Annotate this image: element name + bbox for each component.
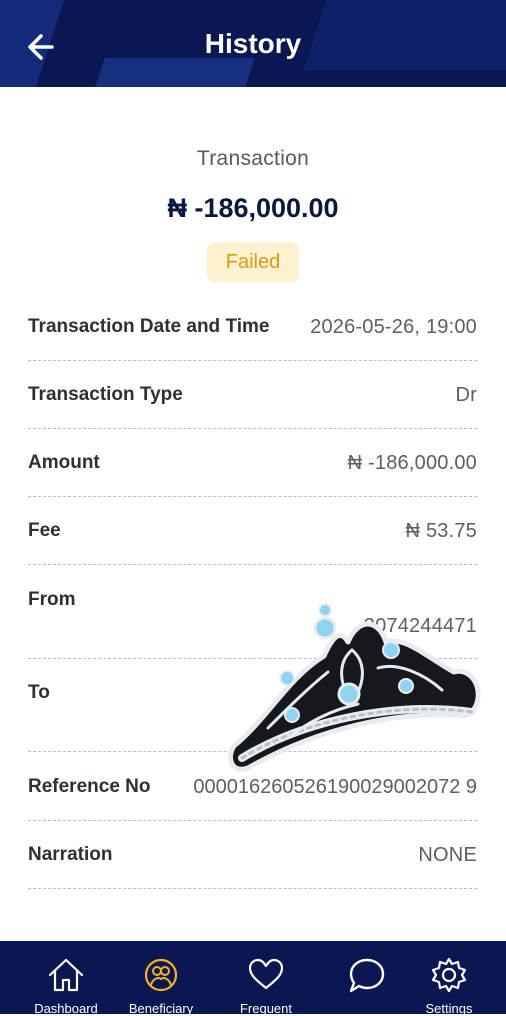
detail-label: Fee xyxy=(28,520,61,541)
detail-label: Narration xyxy=(28,844,113,865)
chat-icon xyxy=(349,958,385,993)
detail-row-fee: Fee ₦ 53.75 xyxy=(28,512,477,565)
detail-row-narration: Narration NONE xyxy=(28,835,477,889)
page-title: History xyxy=(204,28,302,59)
detail-value: 2026-05-26, 19:00 xyxy=(310,316,477,338)
detail-label: Amount xyxy=(28,452,100,473)
status-badge: Failed xyxy=(207,242,299,282)
nav-item-settings[interactable]: Settings xyxy=(399,941,499,1016)
header-decoration xyxy=(95,58,255,87)
beneficiary-icon xyxy=(144,958,178,992)
bottom-nav: Dashboard Beneficiary Frequent Settings xyxy=(0,941,506,1016)
nav-item-frequent[interactable]: Frequent xyxy=(216,941,316,1016)
detail-label: Transaction Date and Time xyxy=(28,316,270,337)
app-header: History xyxy=(0,0,506,87)
detail-row-type: Transaction Type Dr xyxy=(28,376,477,429)
home-icon xyxy=(48,958,84,992)
detail-label: From xyxy=(28,589,76,610)
detail-value: Dr xyxy=(455,384,477,406)
nav-item-beneficiary[interactable]: Beneficiary xyxy=(111,941,211,1016)
crown-sticker-icon xyxy=(228,603,481,772)
detail-label: Transaction Type xyxy=(28,384,183,405)
transaction-amount: ₦ -186,000.00 xyxy=(167,193,339,223)
detail-value: NONE xyxy=(418,844,477,866)
transaction-label: Transaction xyxy=(196,147,310,170)
nav-item-dashboard[interactable]: Dashboard xyxy=(16,941,116,1016)
detail-label: To xyxy=(28,682,50,703)
gear-icon xyxy=(431,957,467,993)
detail-value: ₦ 53.75 xyxy=(405,520,477,542)
heart-icon xyxy=(248,958,284,990)
detail-row-date: Transaction Date and Time 2026-05-26, 19… xyxy=(28,308,477,361)
detail-label: Reference No xyxy=(28,776,151,797)
detail-value: ₦ -186,000.00 xyxy=(347,452,477,474)
detail-row-amount: Amount ₦ -186,000.00 xyxy=(28,444,477,497)
